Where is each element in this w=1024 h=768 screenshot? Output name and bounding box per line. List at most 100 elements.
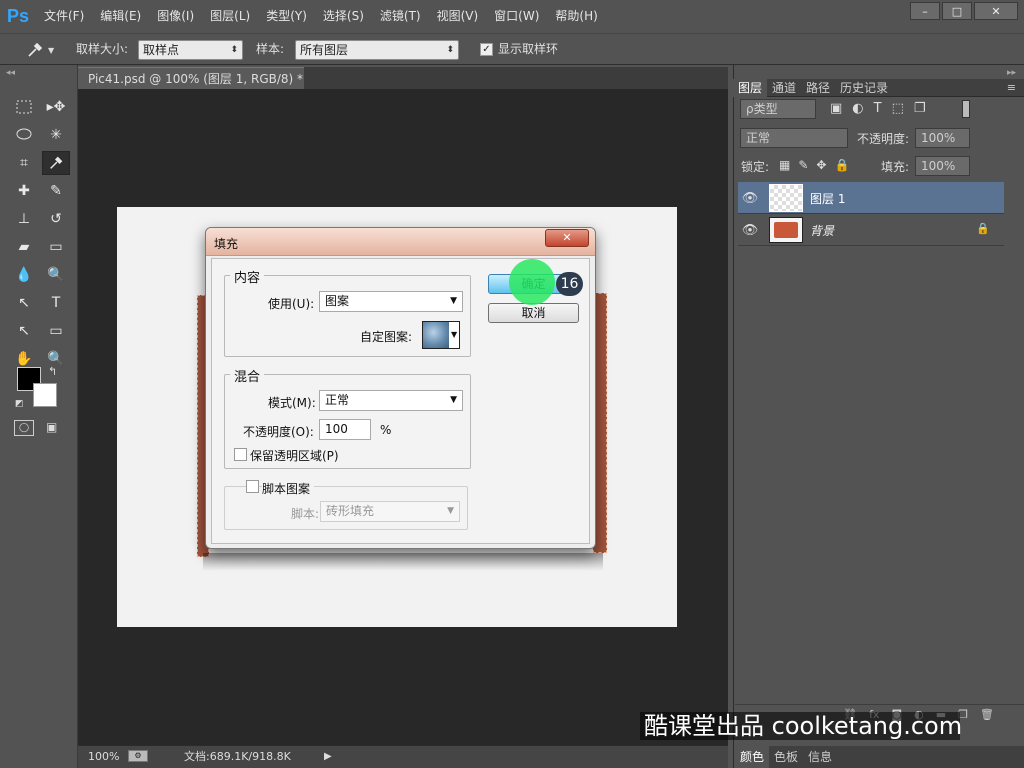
preserve-transparency-checkbox[interactable] xyxy=(234,448,247,461)
tool-preset-picker[interactable]: ▼ xyxy=(26,39,66,61)
filter-toggle[interactable] xyxy=(962,100,970,118)
status-icon[interactable]: ⚙ xyxy=(128,750,148,762)
sample-label: 样本: xyxy=(256,42,285,56)
status-arrow-icon[interactable]: ▶ xyxy=(324,746,332,767)
pattern-swatch xyxy=(423,322,449,348)
magic-wand-icon[interactable]: ✳ xyxy=(42,123,70,147)
use-select[interactable]: 图案 ▼ xyxy=(319,291,463,312)
zoom-level[interactable]: 100% xyxy=(88,746,119,767)
eyedropper-icon xyxy=(28,42,43,57)
show-ring-checkbox[interactable]: ✓ xyxy=(480,43,493,56)
cancel-button[interactable]: 取消 xyxy=(488,303,579,323)
layer-filter-value: ρ类型 xyxy=(746,102,778,116)
layer-row[interactable]: 👁 背景 🔒 xyxy=(738,214,1004,246)
tab-info[interactable]: 信息 xyxy=(803,746,837,768)
menu-help[interactable]: 帮助(H) xyxy=(547,0,605,33)
stamp-icon[interactable]: ⊥ xyxy=(10,207,38,231)
tab-paths[interactable]: 路径 xyxy=(801,79,835,97)
history-brush-icon[interactable]: ↺ xyxy=(42,207,70,231)
dodge-icon[interactable]: 🔍 xyxy=(42,263,70,287)
sample-size-select[interactable]: 取样点 ⬍ xyxy=(138,40,243,60)
bottom-panel-tabs: 颜色 色板 信息 xyxy=(735,746,1024,768)
maximize-button[interactable]: □ xyxy=(942,2,972,20)
lock-image-icon[interactable]: ✎ xyxy=(798,158,808,172)
chevron-down-icon: ▼ xyxy=(450,395,457,405)
minimize-button[interactable]: – xyxy=(910,2,940,20)
menu-type[interactable]: 类型(Y) xyxy=(258,0,315,33)
menu-edit[interactable]: 编辑(E) xyxy=(92,0,149,33)
tab-history[interactable]: 历史记录 xyxy=(835,79,893,97)
lock-all-icon[interactable]: 🔒 xyxy=(834,158,849,172)
collapse-icon[interactable]: ▸▸ xyxy=(1007,68,1016,78)
delete-layer-icon[interactable]: 🗑 xyxy=(980,705,994,726)
layer-row[interactable]: 👁 图层 1 xyxy=(738,182,1004,214)
image-filter-icon[interactable]: ▣ xyxy=(830,101,842,116)
brush-icon[interactable]: ✎ xyxy=(42,179,70,203)
opacity-input[interactable]: 100 xyxy=(319,419,371,440)
type-icon[interactable]: T xyxy=(42,291,70,315)
direct-select-icon[interactable]: ↖ xyxy=(10,319,38,343)
chevron-down-icon: ▼ xyxy=(450,296,457,306)
eraser-icon[interactable]: ▰ xyxy=(10,235,38,259)
menu-image[interactable]: 图像(I) xyxy=(149,0,202,33)
layer-name[interactable]: 背景 xyxy=(810,222,834,239)
move-icon[interactable]: ▸✥ xyxy=(42,95,70,119)
path-select-icon[interactable]: ↖ xyxy=(10,291,38,315)
adjustment-filter-icon[interactable]: ◐ xyxy=(852,101,863,116)
healing-icon[interactable]: ✚ xyxy=(10,179,38,203)
blend-mode-value: 正常 xyxy=(746,131,771,145)
custom-pattern-label: 自定图案: xyxy=(360,330,413,344)
script-pattern-checkbox[interactable] xyxy=(246,480,259,493)
blend-mode-select[interactable]: 正常 xyxy=(740,128,848,148)
lock-transparent-icon[interactable]: ▦ xyxy=(779,158,790,172)
eye-icon[interactable]: 👁 xyxy=(740,214,760,246)
menu-filter[interactable]: 滤镜(T) xyxy=(372,0,429,33)
layer-filter-select[interactable]: ρ类型 xyxy=(740,99,816,119)
blur-icon[interactable]: 💧 xyxy=(10,263,38,287)
fill-input[interactable]: 100% xyxy=(915,156,970,176)
pattern-picker[interactable]: ▼ xyxy=(422,321,460,349)
tab-layers[interactable]: 图层 xyxy=(733,79,768,97)
gradient-icon[interactable]: ▭ xyxy=(42,235,70,259)
lasso-icon[interactable] xyxy=(10,123,38,147)
menu-window[interactable]: 窗口(W) xyxy=(486,0,547,33)
mode-select[interactable]: 正常 ▼ xyxy=(319,390,463,411)
tab-channels[interactable]: 通道 xyxy=(767,79,801,97)
menu-layer[interactable]: 图层(L) xyxy=(202,0,258,33)
dialog-close-button[interactable]: ✕ xyxy=(545,229,589,247)
smart-object-filter-icon[interactable]: ❐ xyxy=(914,101,926,116)
tab-color[interactable]: 颜色 xyxy=(735,746,770,768)
shape-filter-icon[interactable]: ⬚ xyxy=(892,101,904,116)
step-marker: 16 xyxy=(556,272,583,296)
sample-value: 所有图层 xyxy=(300,43,349,57)
layer-name[interactable]: 图层 1 xyxy=(810,190,845,207)
eye-icon[interactable]: 👁 xyxy=(740,182,760,214)
shape-icon[interactable]: ▭ xyxy=(42,319,70,343)
menu-file[interactable]: 文件(F) xyxy=(36,0,92,33)
crop-icon[interactable]: ⌗ xyxy=(10,151,38,175)
type-filter-icon[interactable]: T xyxy=(874,101,882,116)
lock-label: 锁定: xyxy=(741,160,770,174)
rect-marquee-icon[interactable] xyxy=(10,95,38,119)
background-color-swatch[interactable] xyxy=(33,383,57,407)
menu-select[interactable]: 选择(S) xyxy=(315,0,372,33)
eyedropper-tool[interactable] xyxy=(42,151,70,175)
swap-colors-icon[interactable]: ↰ xyxy=(48,365,57,378)
tab-swatches[interactable]: 色板 xyxy=(769,746,803,768)
dialog-title-bar[interactable]: 填充 ✕ xyxy=(206,228,595,256)
panel-tabs: 图层 通道 路径 历史记录 ≡ xyxy=(733,79,1024,97)
use-value: 图案 xyxy=(325,294,350,308)
tools-panel: ◂◂ ▸✥ ✳ ⌗ ✚ ✎ ⊥ ↺ ▰ ▭ 💧 🔍 ↖ T ↖ ▭ ✋ 🔍 ↰ … xyxy=(0,65,78,768)
menu-view[interactable]: 视图(V) xyxy=(429,0,487,33)
close-window-button[interactable]: ✕ xyxy=(974,2,1018,20)
document-tab[interactable]: Pic41.psd @ 100% (图层 1, RGB/8) * × xyxy=(78,67,304,108)
sample-select[interactable]: 所有图层 ⬍ xyxy=(295,40,459,60)
quick-mask-icon[interactable]: ◯ xyxy=(14,420,34,436)
screen-mode-icon[interactable]: ▣ xyxy=(46,420,66,436)
app-logo: Ps xyxy=(6,6,30,26)
lock-position-icon[interactable]: ✥ xyxy=(816,158,826,172)
panel-menu-icon[interactable]: ≡ xyxy=(1007,81,1016,94)
default-colors-icon[interactable]: ◩ xyxy=(15,399,24,409)
collapse-icon[interactable]: ◂◂ xyxy=(6,68,15,78)
panel-opacity-input[interactable]: 100% xyxy=(915,128,970,148)
